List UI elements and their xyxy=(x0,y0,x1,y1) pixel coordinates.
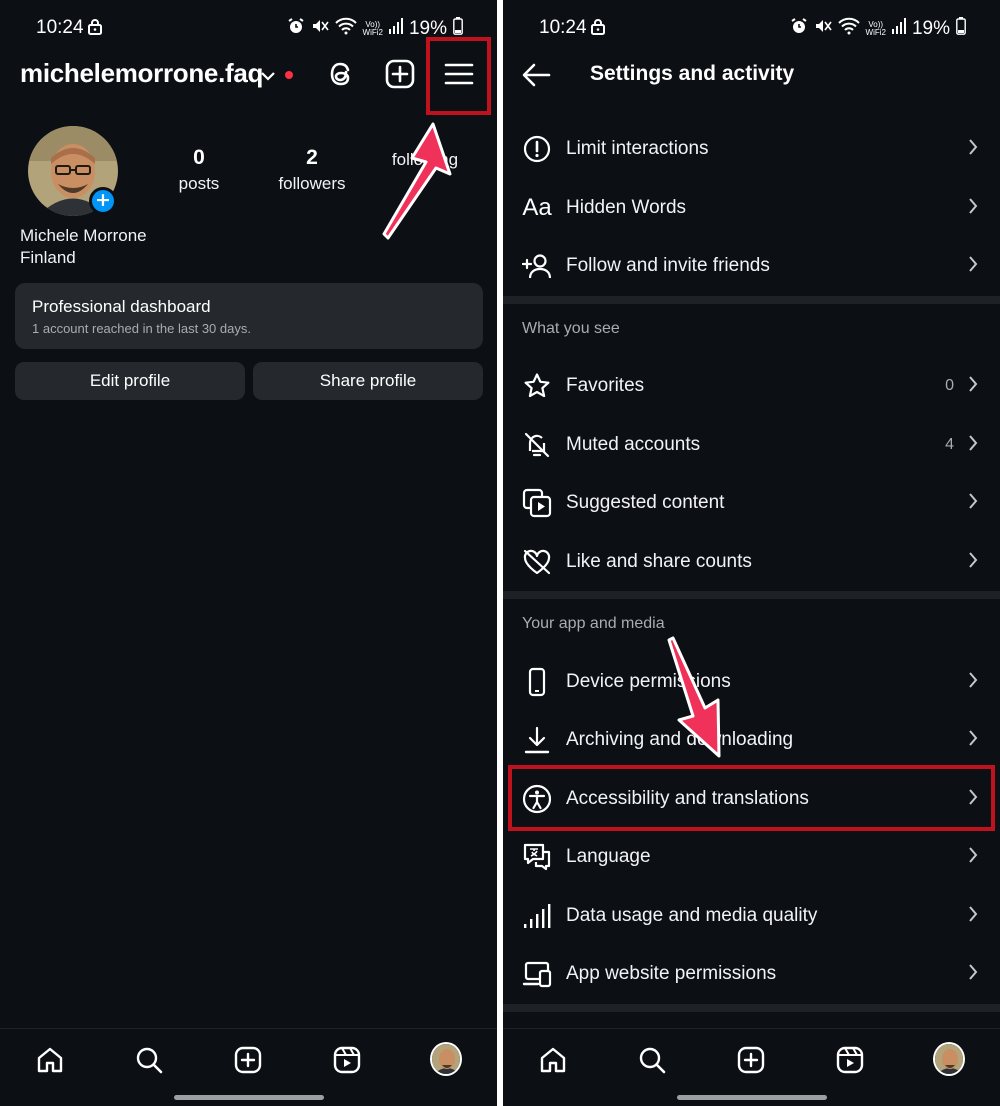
signal-bars-icon xyxy=(521,900,553,932)
settings-screen: 10:24 Vo)) WiFi2 19% Settings and activit… xyxy=(503,0,1000,1106)
mute-icon xyxy=(814,17,832,41)
status-time: 10:24 xyxy=(539,17,587,38)
highlight-box-menu xyxy=(426,37,491,115)
back-arrow-icon[interactable] xyxy=(521,62,551,92)
favorites-count: 0 xyxy=(945,377,954,394)
battery-icon xyxy=(956,17,966,41)
pointer-arrow-menu xyxy=(382,122,452,240)
search-icon[interactable] xyxy=(133,1044,165,1076)
home-indicator xyxy=(676,1095,827,1100)
signal-icon xyxy=(388,18,403,40)
settings-item-archiving-downloading[interactable]: Archiving and downloading xyxy=(503,711,1000,769)
settings-item-muted-accounts[interactable]: Muted accounts 4 xyxy=(503,416,1000,474)
section-divider xyxy=(503,591,1000,599)
mute-icon xyxy=(311,17,329,41)
settings-item-device-permissions[interactable]: Device permissions xyxy=(503,653,1000,711)
section-divider xyxy=(503,1004,1000,1012)
bottom-nav xyxy=(0,1028,497,1106)
signal-icon xyxy=(891,18,906,40)
create-post-icon[interactable] xyxy=(384,58,416,90)
edit-profile-button[interactable]: Edit profile xyxy=(15,362,245,400)
profile-avatar-nav[interactable] xyxy=(430,1042,462,1076)
home-indicator xyxy=(173,1095,324,1100)
alert-circle-icon xyxy=(521,133,553,165)
status-bar: 10:24 Vo)) WiFi2 19% xyxy=(503,14,1000,42)
chevron-right-icon xyxy=(968,375,978,397)
section-heading-app-media: Your app and media xyxy=(522,615,665,632)
chevron-right-icon xyxy=(968,729,978,751)
chevron-right-icon xyxy=(968,905,978,927)
settings-item-app-website-permissions[interactable]: App website permissions xyxy=(503,945,1000,1003)
share-profile-button[interactable]: Share profile xyxy=(253,362,483,400)
suggested-content-icon xyxy=(521,487,553,519)
alarm-icon xyxy=(287,17,305,41)
reels-icon[interactable] xyxy=(331,1044,363,1076)
devices-icon xyxy=(521,958,553,990)
chevron-right-icon xyxy=(968,671,978,693)
settings-item-language[interactable]: Language xyxy=(503,828,1000,886)
alarm-icon xyxy=(790,17,808,41)
home-icon[interactable] xyxy=(537,1044,569,1076)
dashboard-subtitle: 1 account reached in the last 30 days. xyxy=(32,321,251,336)
wifi-icon xyxy=(837,17,860,41)
bottom-nav xyxy=(503,1028,1000,1106)
settings-item-data-usage[interactable]: Data usage and media quality xyxy=(503,887,1000,945)
stat-following[interactable]: following xyxy=(365,146,485,170)
settings-item-limit-interactions[interactable]: Limit interactions xyxy=(503,120,1000,178)
profile-name: Michele Morrone xyxy=(20,226,147,245)
settings-item-like-share-counts[interactable]: Like and share counts xyxy=(503,533,1000,591)
create-icon[interactable] xyxy=(735,1044,767,1076)
dashboard-title: Professional dashboard xyxy=(32,297,211,316)
section-divider xyxy=(503,296,1000,304)
settings-item-hidden-words[interactable]: Aa Hidden Words xyxy=(503,179,1000,237)
translate-icon xyxy=(521,841,553,873)
text-aa-icon: Aa xyxy=(522,194,552,221)
volte-indicator: Vo)) WiFi2 xyxy=(865,20,886,37)
phone-icon xyxy=(521,666,553,698)
profile-location: Finland xyxy=(20,248,76,267)
lock-icon xyxy=(591,19,605,40)
add-story-badge[interactable]: + xyxy=(89,187,117,215)
chevron-right-icon xyxy=(968,197,978,219)
settings-item-favorites[interactable]: Favorites 0 xyxy=(503,357,1000,415)
chevron-right-icon xyxy=(968,551,978,573)
create-icon[interactable] xyxy=(232,1044,264,1076)
username[interactable]: michelemorrone.faq xyxy=(20,58,263,89)
status-time: 10:24 xyxy=(36,17,84,38)
settings-item-follow-invite[interactable]: Follow and invite friends xyxy=(503,237,1000,295)
profile-avatar-nav[interactable] xyxy=(933,1042,965,1076)
add-person-icon xyxy=(521,250,553,282)
chevron-right-icon xyxy=(968,846,978,868)
home-icon[interactable] xyxy=(34,1044,66,1076)
stat-posts[interactable]: 0 posts xyxy=(139,146,259,194)
volte-indicator: Vo)) WiFi2 xyxy=(362,20,383,37)
chevron-right-icon xyxy=(968,138,978,160)
muted-bell-icon xyxy=(521,429,553,461)
profile-screen: 10:24 Vo))WiFi2 19% michelemorrone.faq xyxy=(0,0,497,1106)
muted-count: 4 xyxy=(945,436,954,453)
download-icon xyxy=(521,724,553,756)
profile-name-block: Michele Morrone Finland xyxy=(20,225,147,269)
status-bar: 10:24 Vo)) WiFi2 19% xyxy=(0,14,497,42)
stat-followers[interactable]: 2 followers xyxy=(252,146,372,194)
section-heading-what-you-see: What you see xyxy=(522,320,620,337)
battery-percent: 19% xyxy=(911,18,950,39)
chevron-down-icon[interactable] xyxy=(260,66,276,85)
chevron-right-icon xyxy=(968,434,978,456)
chevron-right-icon xyxy=(968,963,978,985)
chevron-right-icon xyxy=(968,255,978,277)
reels-icon[interactable] xyxy=(834,1044,866,1076)
professional-dashboard-card[interactable]: Professional dashboard 1 account reached… xyxy=(15,283,483,349)
wifi-icon xyxy=(334,17,357,41)
heart-off-icon xyxy=(521,546,553,578)
search-icon[interactable] xyxy=(636,1044,668,1076)
threads-icon[interactable] xyxy=(326,58,358,90)
notification-dot xyxy=(285,71,293,79)
highlight-box-accessibility xyxy=(508,765,995,831)
star-icon xyxy=(521,370,553,402)
lock-icon xyxy=(88,19,102,40)
page-title: Settings and activity xyxy=(590,62,795,85)
chevron-right-icon xyxy=(968,492,978,514)
settings-item-suggested-content[interactable]: Suggested content xyxy=(503,474,1000,532)
